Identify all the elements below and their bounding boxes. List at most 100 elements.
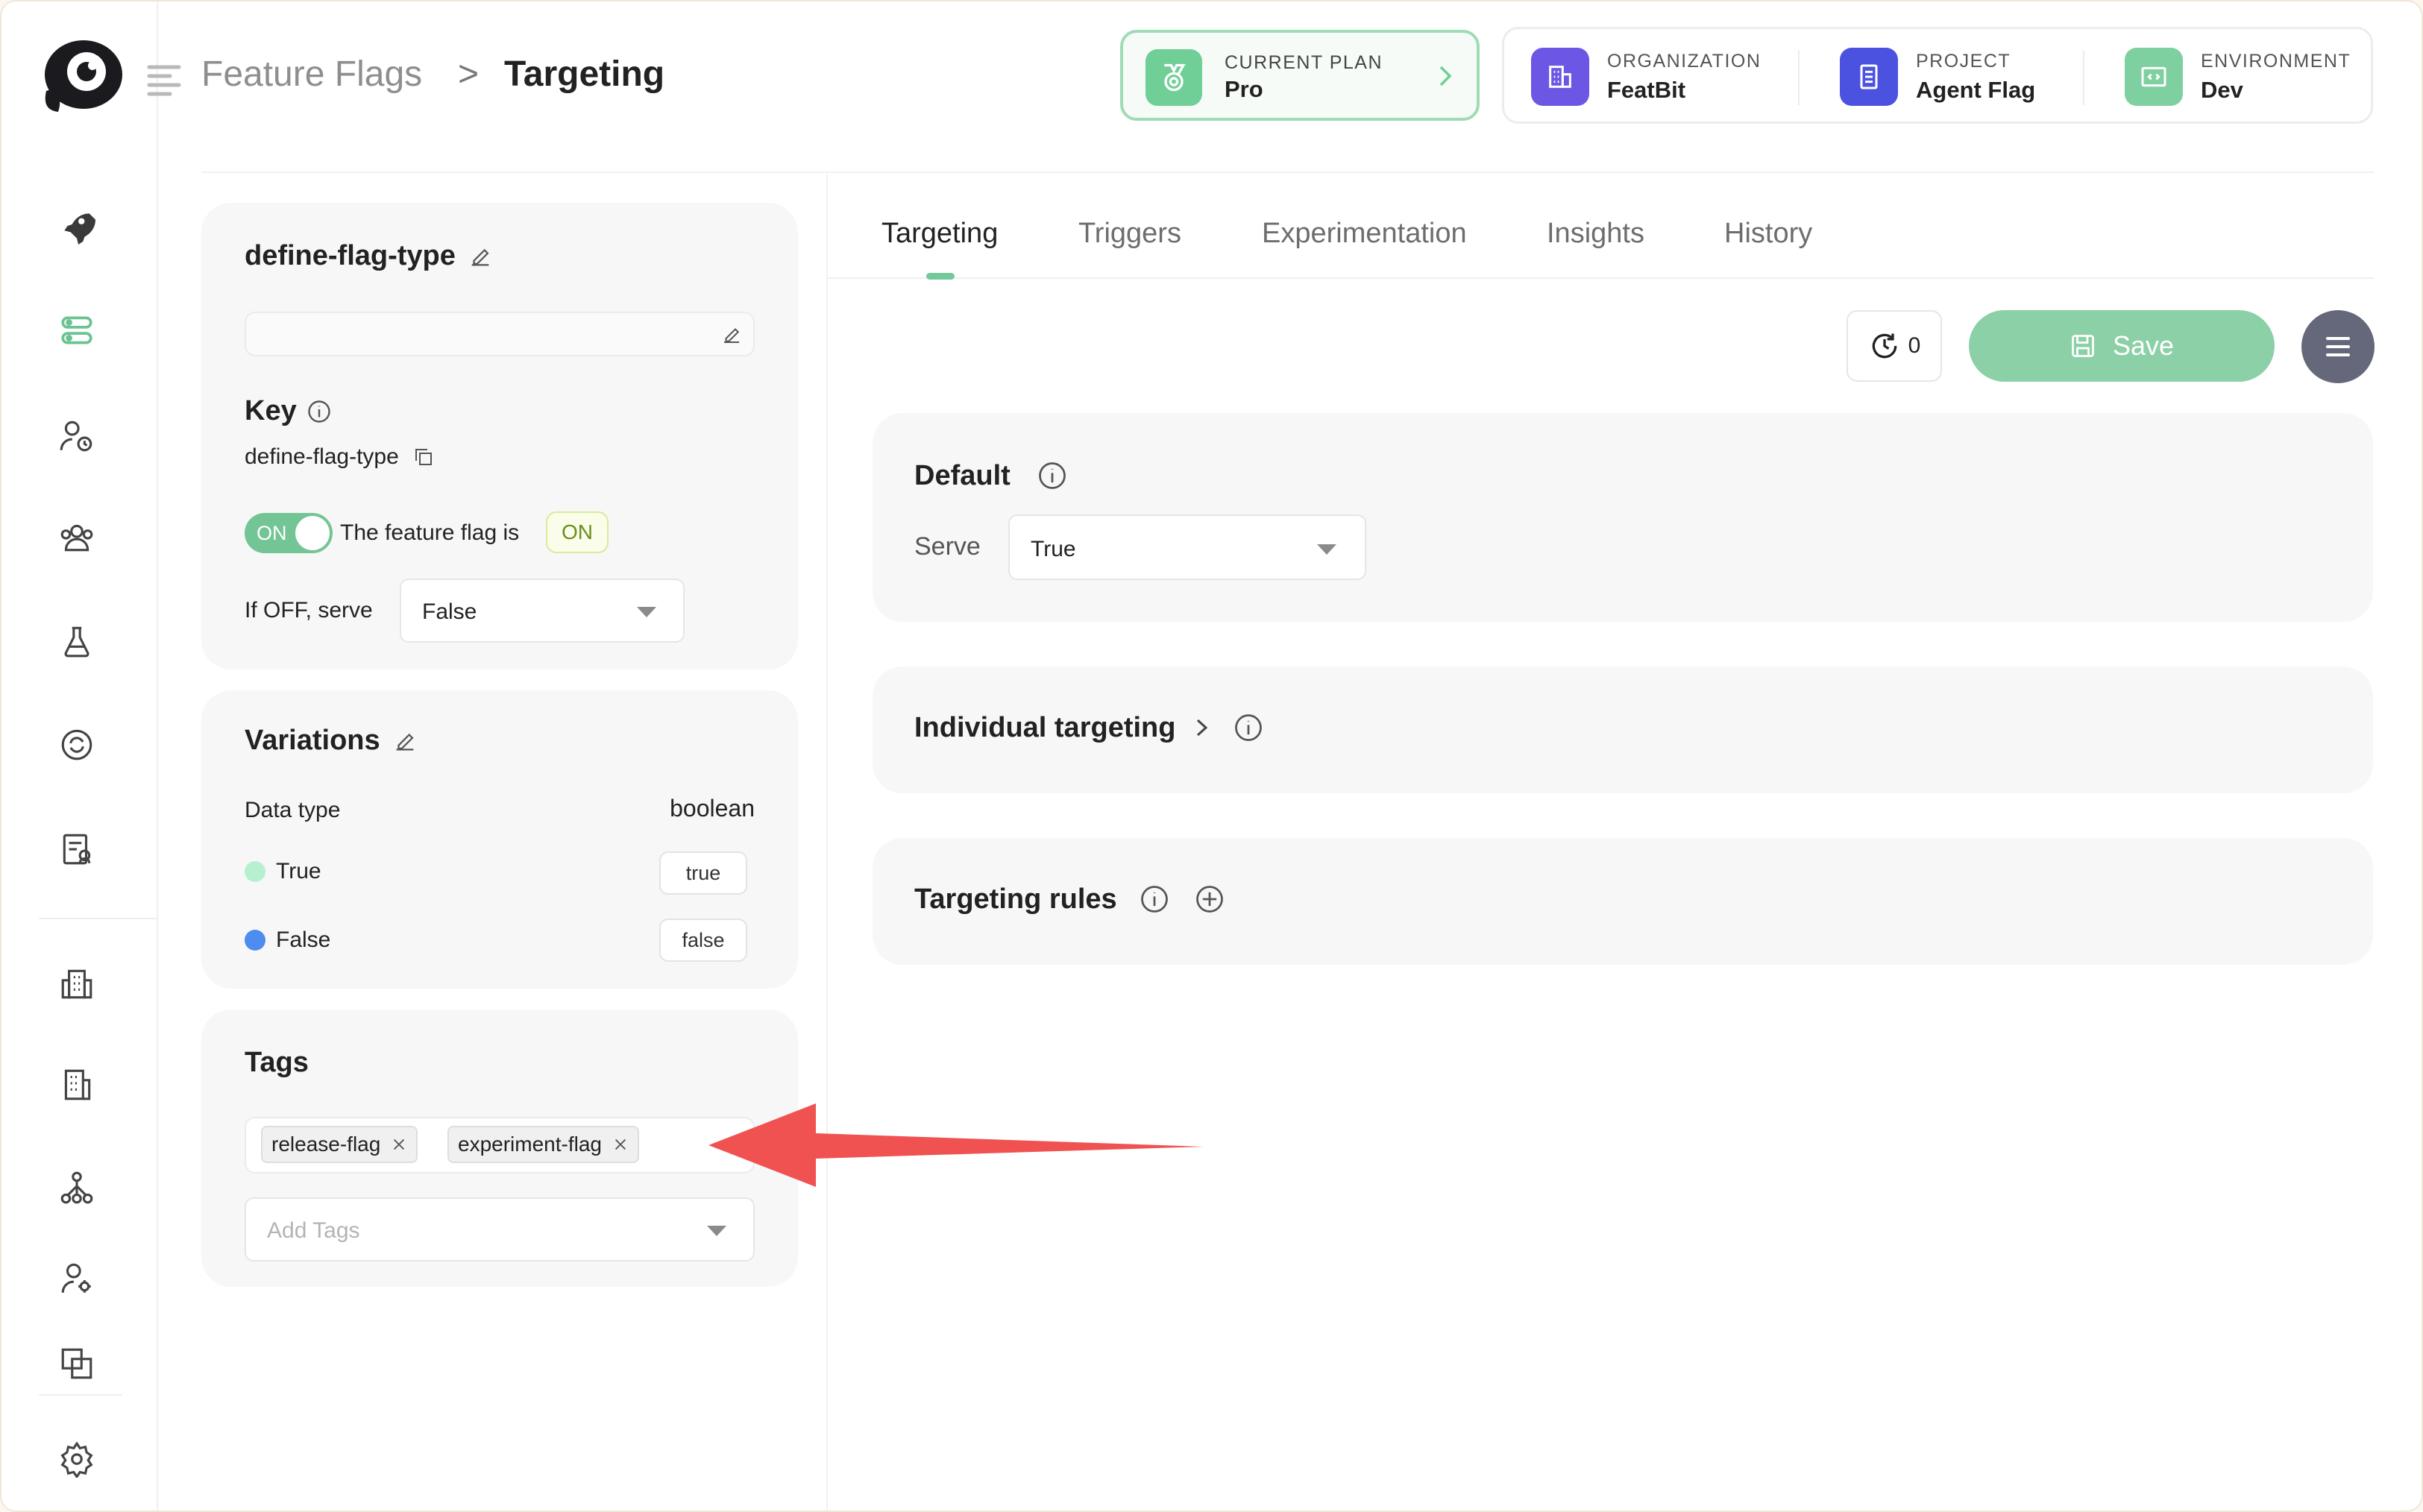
organization-value: FeatBit bbox=[1607, 76, 1686, 103]
tab-insights[interactable]: Insights bbox=[1547, 218, 1644, 250]
variation-color-dot bbox=[245, 930, 265, 951]
default-info-icon[interactable] bbox=[1036, 459, 1069, 492]
gear-icon[interactable] bbox=[54, 1436, 100, 1482]
project-label: PROJECT bbox=[1916, 50, 2011, 72]
annotation-arrow bbox=[703, 1100, 1210, 1190]
variation-row: False bbox=[245, 927, 330, 953]
key-heading: Key bbox=[245, 395, 333, 427]
chevron-right-icon bbox=[1193, 714, 1211, 741]
serve-label: Serve bbox=[914, 532, 981, 561]
tag-label: experiment-flag bbox=[458, 1133, 602, 1156]
current-plan-card[interactable]: CURRENT PLAN Pro bbox=[1120, 30, 1480, 121]
breadcrumb-separator: > bbox=[458, 54, 480, 94]
key-label: Key bbox=[245, 395, 297, 426]
edit-name-icon[interactable] bbox=[468, 244, 493, 269]
project-value: Agent Flag bbox=[1916, 76, 2036, 103]
environment-label: ENVIRONMENT bbox=[2201, 50, 2351, 72]
sidebar-divider bbox=[39, 918, 157, 919]
featbit-logo[interactable] bbox=[40, 39, 124, 115]
variation-value: false bbox=[659, 919, 747, 962]
flag-status-toggle[interactable]: ON bbox=[245, 513, 333, 553]
targeting-rules-title: Targeting rules bbox=[914, 883, 1117, 915]
data-type-value: boolean bbox=[670, 795, 755, 822]
individual-info-icon[interactable] bbox=[1232, 711, 1265, 744]
sidebar bbox=[1, 1, 158, 1511]
flag-description-input[interactable] bbox=[245, 312, 755, 356]
sync-icon[interactable] bbox=[54, 722, 100, 768]
add-tags-select[interactable]: Add Tags bbox=[245, 1197, 755, 1261]
variations-heading: Variations bbox=[245, 725, 418, 757]
environment-selector[interactable]: ENVIRONMENT Dev bbox=[2125, 47, 2351, 107]
flag-status-text: The feature flag is bbox=[340, 520, 520, 545]
flag-name: define-flag-type bbox=[245, 240, 493, 272]
app-window: Feature Flags > Targeting CURRENT PLAN P… bbox=[0, 0, 2423, 1512]
default-heading: Default bbox=[914, 459, 1069, 492]
toggle-label: ON bbox=[257, 522, 287, 544]
header-divider bbox=[201, 171, 2374, 173]
tags-title: Tags bbox=[245, 1047, 309, 1078]
default-title: Default bbox=[914, 459, 1011, 491]
project-selector[interactable]: PROJECT Agent Flag bbox=[1840, 47, 2035, 107]
targeting-rules-heading: Targeting rules bbox=[914, 883, 1226, 916]
flag-name-text: define-flag-type bbox=[245, 240, 456, 271]
rules-info-icon[interactable] bbox=[1138, 883, 1171, 916]
tab-history[interactable]: History bbox=[1724, 218, 1812, 250]
add-tags-placeholder: Add Tags bbox=[267, 1218, 360, 1243]
default-serve-select[interactable]: True bbox=[1008, 514, 1366, 580]
hierarchy-icon[interactable] bbox=[54, 1165, 100, 1211]
report-icon[interactable] bbox=[54, 826, 100, 872]
save-button[interactable]: Save bbox=[1969, 310, 2275, 382]
individual-targeting-title: Individual targeting bbox=[914, 711, 1176, 743]
off-serve-select[interactable]: False bbox=[400, 579, 685, 643]
chevron-down-icon bbox=[635, 605, 658, 619]
user-settings-icon[interactable] bbox=[54, 1256, 100, 1302]
organization-selector[interactable]: ORGANIZATION FeatBit bbox=[1531, 47, 1761, 107]
chevron-right-icon bbox=[1435, 63, 1456, 89]
remove-tag-icon[interactable] bbox=[612, 1136, 629, 1153]
toggle-knob bbox=[295, 516, 330, 550]
breadcrumb-feature-flags[interactable]: Feature Flags bbox=[201, 54, 422, 95]
edit-description-icon[interactable] bbox=[720, 324, 743, 346]
variation-color-dot bbox=[245, 861, 265, 882]
tag-label: release-flag bbox=[271, 1133, 381, 1156]
menu-collapse-icon[interactable] bbox=[145, 61, 186, 98]
context-separator bbox=[1798, 50, 1800, 105]
sidebar-divider-bottom bbox=[39, 1394, 122, 1396]
data-type-label: Data type bbox=[245, 798, 341, 822]
hamburger-icon bbox=[2325, 336, 2351, 358]
variations-title: Variations bbox=[245, 725, 380, 756]
default-serve-value: True bbox=[1031, 537, 1076, 561]
active-tab-indicator bbox=[926, 273, 955, 280]
add-rule-icon[interactable] bbox=[1193, 883, 1226, 916]
organization-icon[interactable] bbox=[54, 960, 100, 1007]
project-list-icon bbox=[1840, 48, 1898, 106]
key-info-icon[interactable] bbox=[306, 398, 333, 425]
change-history-button[interactable]: 0 bbox=[1847, 310, 1942, 382]
organization-building-icon bbox=[1531, 48, 1589, 106]
variation-name: False bbox=[276, 927, 331, 952]
tab-experimentation[interactable]: Experimentation bbox=[1262, 218, 1467, 250]
chevron-down-icon bbox=[1316, 543, 1338, 556]
more-menu-button[interactable] bbox=[2301, 310, 2375, 383]
user-clock-icon[interactable] bbox=[54, 413, 100, 459]
edit-variations-icon[interactable] bbox=[392, 728, 418, 754]
context-separator bbox=[2083, 50, 2084, 105]
tag-chip: experiment-flag bbox=[447, 1126, 639, 1163]
rocket-icon[interactable] bbox=[54, 203, 100, 249]
content-divider bbox=[826, 174, 828, 1511]
copy-squares-icon[interactable] bbox=[54, 1341, 100, 1387]
copy-key-icon[interactable] bbox=[412, 446, 435, 468]
page-title: Targeting bbox=[504, 54, 665, 94]
flask-icon[interactable] bbox=[54, 619, 100, 665]
tabs-divider bbox=[828, 277, 2374, 279]
history-count: 0 bbox=[1908, 333, 1921, 358]
tab-triggers[interactable]: Triggers bbox=[1078, 218, 1181, 250]
individual-targeting-heading[interactable]: Individual targeting bbox=[914, 711, 1265, 744]
save-label: Save bbox=[2112, 330, 2175, 361]
tab-targeting[interactable]: Targeting bbox=[881, 218, 998, 250]
remove-tag-icon[interactable] bbox=[391, 1136, 407, 1153]
users-group-icon[interactable] bbox=[54, 514, 100, 561]
variation-value: true bbox=[659, 851, 747, 895]
building-icon[interactable] bbox=[54, 1062, 100, 1108]
feature-flags-icon[interactable] bbox=[54, 307, 100, 353]
